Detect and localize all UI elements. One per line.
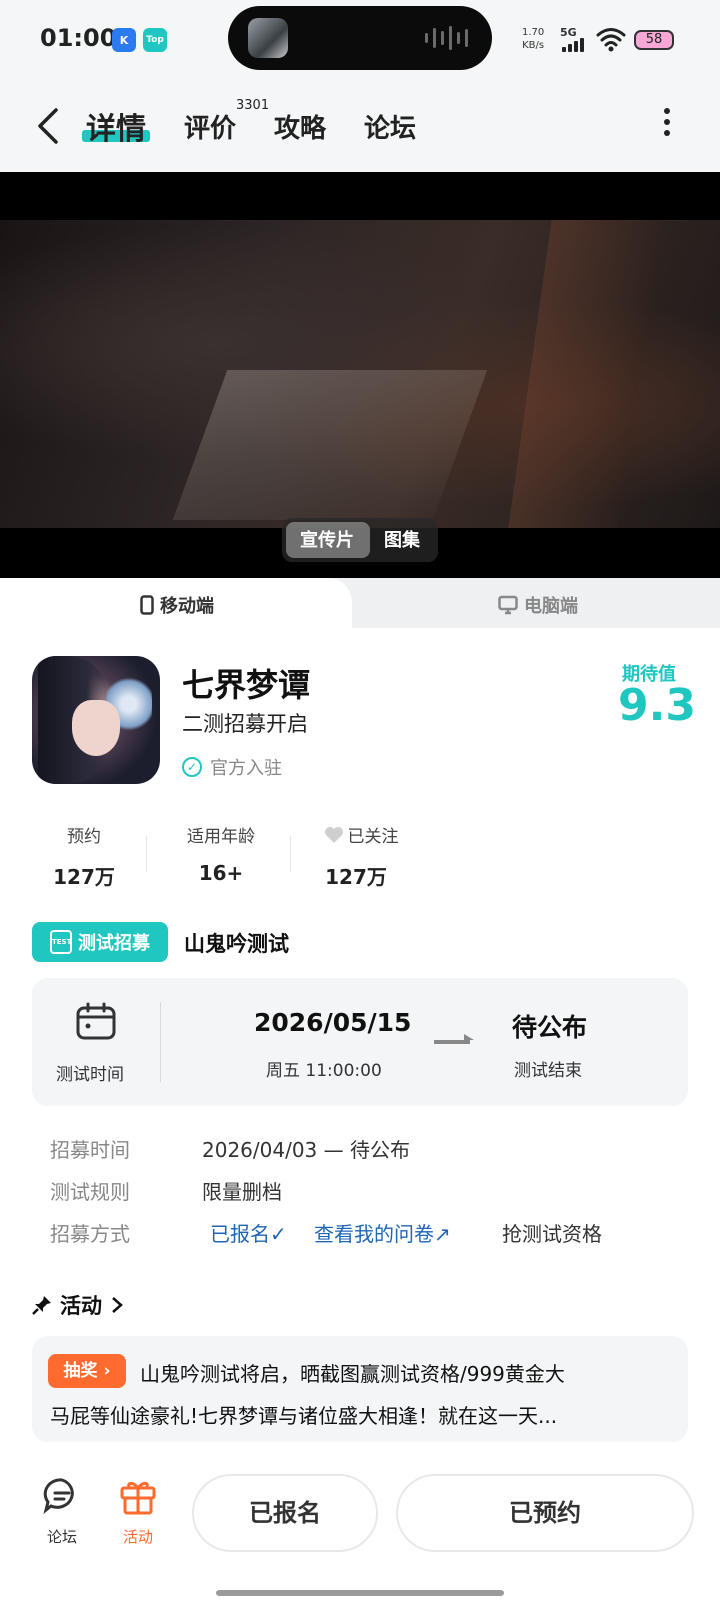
audio-wave-icon [425, 26, 468, 50]
status-bar: 01:00 K Top 1.70 KB/s 5G 58 [0, 0, 720, 80]
test-end-date: 待公布 [512, 1013, 588, 1042]
bottom-forum[interactable]: 论坛 [40, 1476, 84, 1547]
app-notification-icon-top: Top [143, 28, 167, 52]
activity-text-line1: 山鬼吟测试将启，晒截图赢测试资格/999黄金大 [140, 1362, 565, 1386]
arrow-right-icon [434, 1040, 470, 1044]
recruit-method-label: 招募方式 [50, 1222, 130, 1246]
test-icon: TEST [50, 930, 72, 954]
signed-up-button[interactable]: 已报名 [192, 1474, 378, 1552]
test-recruit-badge: TEST 测试招募 [32, 922, 168, 962]
media-option-gallery[interactable]: 图集 [384, 526, 420, 552]
app-title: 七界梦谭 [182, 666, 311, 704]
signal-icon [562, 38, 584, 52]
back-arrow-icon[interactable] [34, 104, 64, 148]
activity-text-line2: 马屁等仙途豪礼!七界梦谭与诸位盛大相逢！就在这一天... [50, 1404, 558, 1428]
stat-following[interactable]: 已关注 127万 [318, 822, 404, 890]
app-icon[interactable] [32, 656, 160, 784]
stat-reservations: 预约 127万 [53, 827, 115, 889]
signed-up-status[interactable]: 已报名✓ [210, 1218, 287, 1247]
check-circle-icon: ✓ [182, 757, 202, 777]
pin-icon [32, 1296, 51, 1315]
lottery-tag[interactable]: 抽奖 › [48, 1354, 126, 1388]
chevron-right-icon [112, 1297, 123, 1313]
expectation-score: 9.3 [618, 680, 696, 731]
verified-badge: ✓ 官方入驻 [182, 754, 282, 780]
network-speed: 1.70 KB/s [522, 27, 545, 51]
media-thumbnail [248, 18, 288, 58]
test-end-label: 测试结束 [514, 1061, 582, 1081]
grab-test-slot-link[interactable]: 抢测试资格 [502, 1218, 602, 1247]
arrow-head [464, 1034, 474, 1040]
test-time-label: 测试时间 [56, 1065, 124, 1085]
activity-section-header[interactable]: 活动 [32, 1290, 124, 1320]
stat-divider [146, 836, 147, 872]
home-indicator[interactable] [216, 1590, 504, 1596]
gift-icon [120, 1481, 156, 1515]
stat-divider [290, 836, 291, 872]
heart-icon [324, 826, 343, 843]
stat-age-rating: 适用年龄 16+ [187, 827, 255, 885]
media-option-trailer[interactable]: 宣传片 [300, 526, 354, 552]
test-name: 山鬼吟测试 [184, 932, 289, 956]
tab-guides[interactable]: 攻略 [274, 108, 326, 145]
forum-chat-icon [43, 1478, 74, 1514]
platform-tabs: 移动端 电脑端 [0, 578, 720, 628]
test-rules-label: 测试规则 [50, 1180, 130, 1204]
more-options-icon[interactable] [664, 108, 672, 138]
dynamic-island[interactable] [228, 6, 492, 70]
card-divider [160, 1002, 161, 1082]
tab-forum[interactable]: 论坛 [364, 108, 416, 145]
tab-reviews[interactable]: 评价 [184, 108, 236, 145]
review-count-badge: 3301 [236, 98, 270, 113]
recruit-time-label: 招募时间 [50, 1138, 130, 1162]
tab-details[interactable]: 详情 [86, 104, 146, 148]
app-notification-icon: K [112, 28, 136, 52]
phone-icon [140, 595, 154, 615]
recruit-time-value: 2026/04/03 — 待公布 [202, 1138, 410, 1162]
test-start-time: 周五 11:00:00 [266, 1061, 382, 1081]
app-subtitle: 二测招募开启 [182, 712, 308, 736]
status-time: 01:00 [40, 24, 117, 52]
view-questionnaire-link[interactable]: 查看我的问卷↗ [314, 1218, 451, 1247]
bottom-activity[interactable]: 活动 [116, 1476, 160, 1547]
battery-indicator: 58 [634, 30, 674, 50]
test-rules-value: 限量删档 [202, 1180, 282, 1204]
tab-pc[interactable]: 电脑端 [498, 592, 578, 618]
calendar-icon [76, 1002, 116, 1040]
video-frame [0, 220, 720, 528]
tab-mobile[interactable]: 移动端 [140, 592, 214, 618]
monitor-icon [498, 595, 518, 615]
reserved-button[interactable]: 已预约 [396, 1474, 694, 1552]
wifi-icon [596, 28, 626, 52]
test-start-date: 2026/05/15 [254, 1008, 412, 1037]
test-schedule-card [32, 978, 688, 1106]
